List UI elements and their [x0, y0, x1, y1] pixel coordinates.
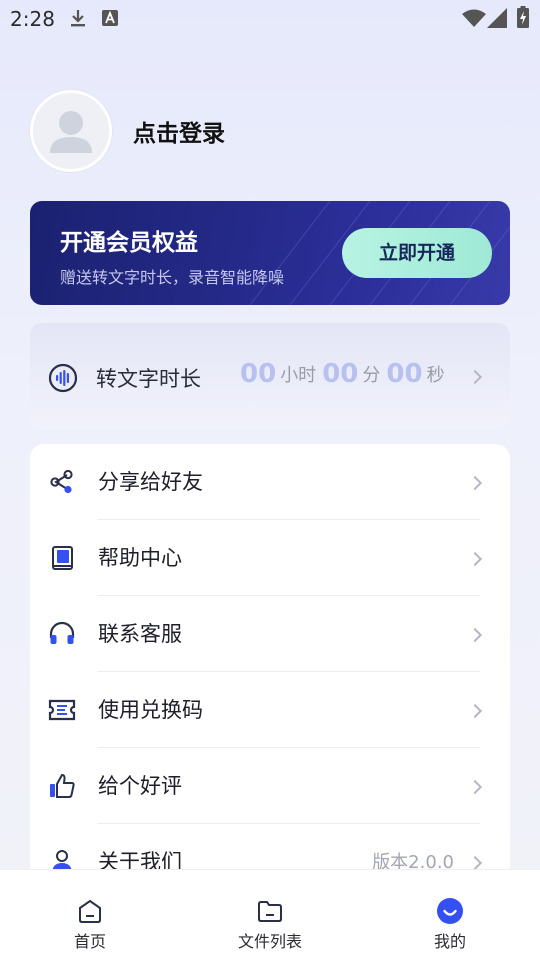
vip-subtitle: 赠送转文字时长，录音智能降噪 [60, 268, 285, 287]
chevron-right-icon [467, 475, 483, 491]
hours-value: 00 [240, 359, 277, 389]
nav-label: 首页 [73, 932, 106, 951]
login-link[interactable]: 点击登录 [133, 114, 225, 148]
vip-banner[interactable]: 开通会员权益 赠送转文字时长，录音智能降噪 立即开通 [30, 201, 510, 305]
avatar[interactable] [30, 90, 112, 172]
chevron-right-icon [467, 855, 483, 871]
home-icon [79, 899, 101, 923]
chevron-right-icon [467, 551, 483, 567]
menu-item-rate[interactable]: 给个好评 [30, 748, 510, 824]
folder-icon [258, 901, 282, 922]
menu-list: 分享给好友 帮助中心 联系客服 使用兑换码 给个好评 关于我们 版本2.0.0 [30, 444, 510, 884]
menu-label: 联系客服 [98, 622, 182, 646]
profile-icon [437, 898, 463, 924]
share-icon [50, 469, 73, 494]
menu-item-redeem-code[interactable]: 使用兑换码 [30, 672, 510, 748]
hours-unit: 小时 [280, 365, 317, 386]
nav-home[interactable]: 首页 [0, 870, 180, 960]
open-vip-button[interactable]: 立即开通 [342, 228, 492, 278]
chevron-right-icon [467, 703, 483, 719]
duration-label: 转文字时长 [96, 367, 201, 391]
bottom-navigation: 首页 文件列表 我的 [0, 870, 540, 960]
book-icon [52, 546, 73, 570]
minutes-value: 00 [322, 359, 359, 389]
menu-label: 给个好评 [98, 774, 182, 798]
menu-item-help[interactable]: 帮助中心 [30, 520, 510, 596]
chevron-right-icon [467, 627, 483, 643]
status-bar: 2:28 [0, 0, 540, 36]
minutes-unit: 分 [362, 365, 381, 386]
status-time: 2:28 [10, 7, 55, 31]
seconds-unit: 秒 [426, 365, 445, 386]
ticket-icon [48, 699, 76, 721]
headset-icon [49, 621, 75, 644]
menu-label: 分享给好友 [98, 470, 203, 494]
menu-label: 帮助中心 [98, 546, 182, 570]
transcription-duration-card[interactable]: 转文字时长 00 小时 00 分 00 秒 [30, 323, 510, 429]
battery-icon [517, 6, 529, 28]
nav-label: 我的 [433, 932, 466, 951]
nav-label: 文件列表 [237, 932, 302, 951]
nav-file-list[interactable]: 文件列表 [180, 870, 360, 960]
voice-wave-icon [48, 363, 78, 393]
seconds-value: 00 [386, 359, 423, 389]
menu-item-share[interactable]: 分享给好友 [30, 444, 510, 520]
keyboard-a-icon [102, 10, 118, 26]
chevron-right-icon [467, 369, 483, 385]
nav-mine[interactable]: 我的 [360, 870, 540, 960]
profile-header[interactable]: 点击登录 [30, 90, 510, 172]
menu-label: 使用兑换码 [98, 698, 203, 722]
menu-item-customer-service[interactable]: 联系客服 [30, 596, 510, 672]
chevron-right-icon [467, 779, 483, 795]
download-icon [71, 10, 85, 27]
wifi-icon [462, 9, 486, 27]
thumbs-up-icon [50, 773, 75, 798]
cell-signal-icon [487, 8, 507, 28]
vip-title: 开通会员权益 [60, 230, 198, 256]
default-avatar-icon [50, 111, 92, 153]
duration-values: 00 小时 00 分 00 秒 [240, 359, 451, 389]
